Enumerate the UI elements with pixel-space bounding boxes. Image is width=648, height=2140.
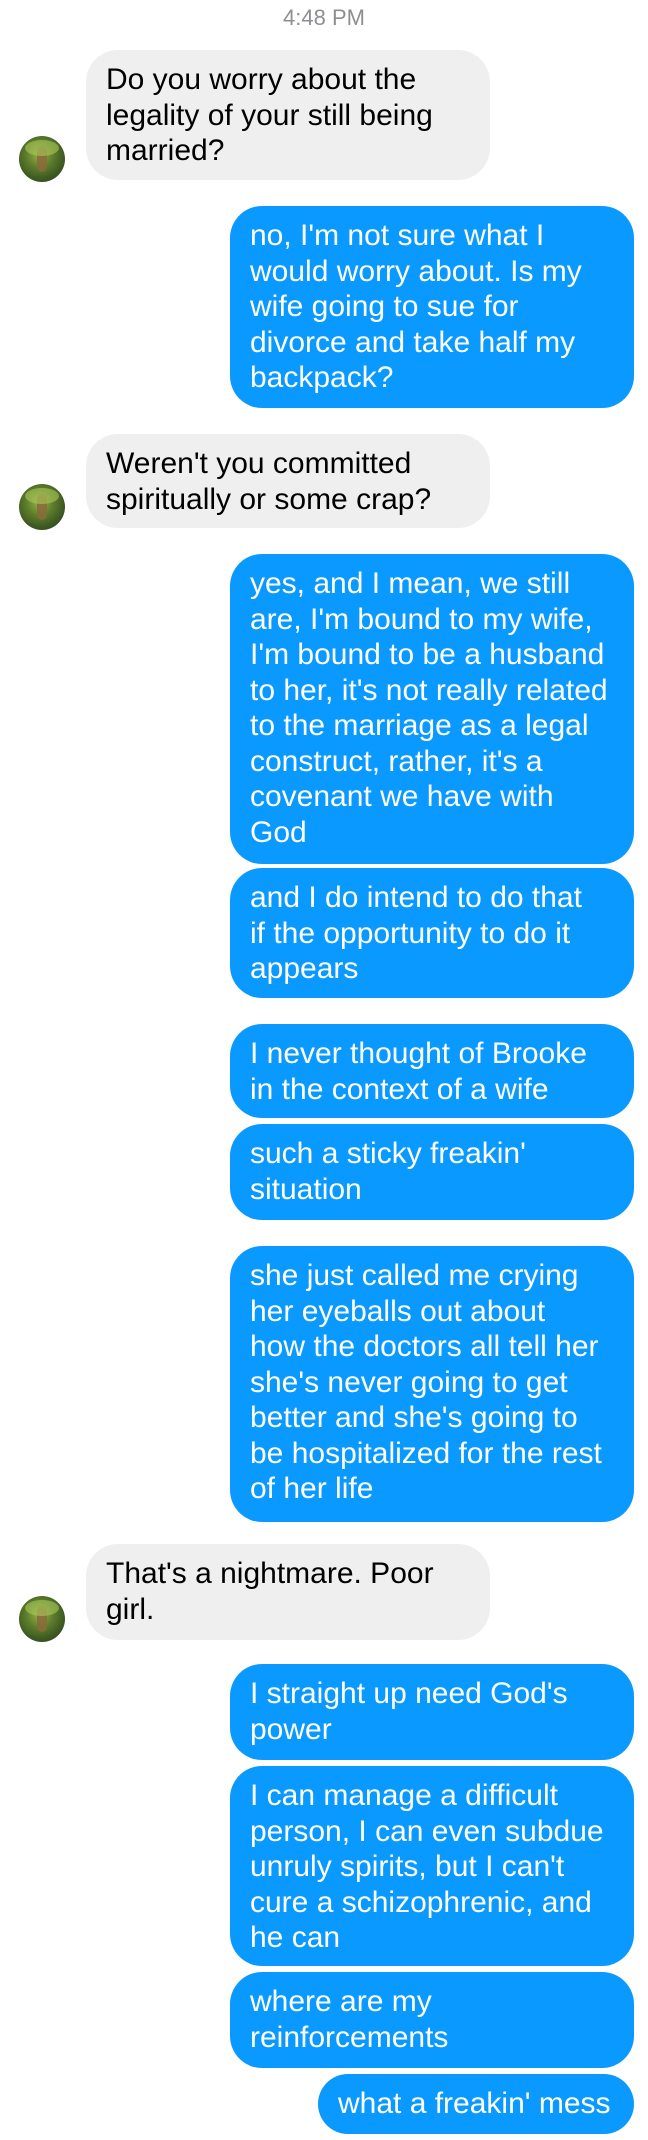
message-bubble-outgoing[interactable]: I never thought of Brooke in the context… xyxy=(230,1024,634,1118)
message-bubble-outgoing[interactable]: no, I'm not sure what I would worry abou… xyxy=(230,206,634,408)
message-bubble-outgoing[interactable]: where are my reinforcements xyxy=(230,1972,634,2068)
contact-avatar[interactable] xyxy=(19,484,65,530)
message-bubble-outgoing[interactable]: such a sticky freakin' situation xyxy=(230,1124,634,1220)
message-bubble-outgoing[interactable]: she just called me crying her eyeballs o… xyxy=(230,1246,634,1522)
message-bubble-outgoing[interactable]: I straight up need God's power xyxy=(230,1664,634,1760)
message-bubble-outgoing[interactable]: yes, and I mean, we still are, I'm bound… xyxy=(230,554,634,864)
contact-avatar[interactable] xyxy=(19,136,65,182)
message-bubble-outgoing[interactable]: and I do intend to do that if the opport… xyxy=(230,868,634,998)
message-bubble-outgoing[interactable]: what a freakin' mess xyxy=(318,2074,634,2134)
message-bubble-incoming[interactable]: Do you worry about the legality of your … xyxy=(86,50,490,180)
contact-avatar[interactable] xyxy=(19,1596,65,1642)
message-bubble-incoming[interactable]: Weren't you committed spiritually or som… xyxy=(86,434,490,528)
message-timestamp: 4:48 PM xyxy=(283,5,365,30)
message-bubble-outgoing[interactable]: I can manage a difficult person, I can e… xyxy=(230,1766,634,1966)
message-bubble-incoming[interactable]: That's a nightmare. Poor girl. xyxy=(86,1544,490,1640)
